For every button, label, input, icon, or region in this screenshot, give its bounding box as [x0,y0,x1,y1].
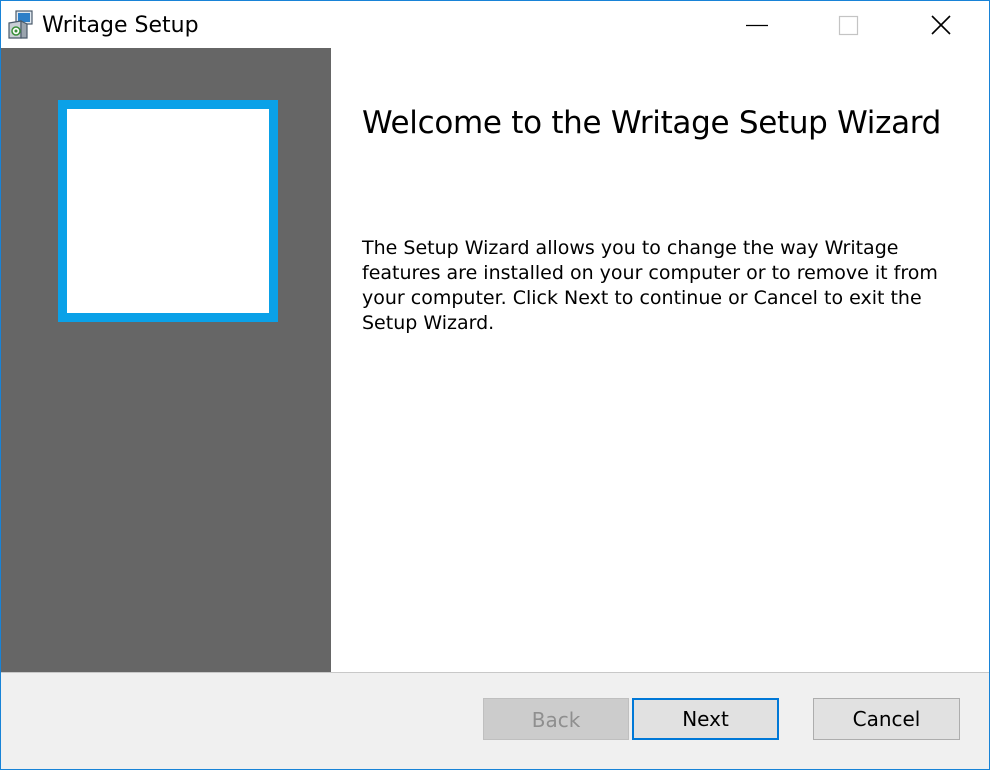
next-button[interactable]: Next [632,698,779,740]
setup-window: Writage Setup Welcome to the Writage Set… [0,0,990,770]
close-icon [931,15,951,35]
wizard-description: The Setup Wizard allows you to change th… [362,237,938,334]
button-bar: Back Next Cancel [1,672,989,769]
window-title: Writage Setup [42,13,199,38]
close-button[interactable] [895,1,987,48]
wizard-banner [1,48,331,672]
cancel-button[interactable]: Cancel [813,698,960,740]
title-bar[interactable]: Writage Setup [1,1,989,48]
installer-package-icon [7,10,37,40]
maximize-icon [838,15,859,36]
page-title: Welcome to the Writage Setup Wizard [362,105,942,141]
minimize-icon [746,24,768,27]
wizard-content: Welcome to the Writage Setup Wizard The … [331,48,989,672]
writage-logo [58,100,278,322]
minimize-button[interactable] [711,1,803,48]
maximize-button[interactable] [803,1,895,48]
back-button[interactable]: Back [483,698,629,740]
